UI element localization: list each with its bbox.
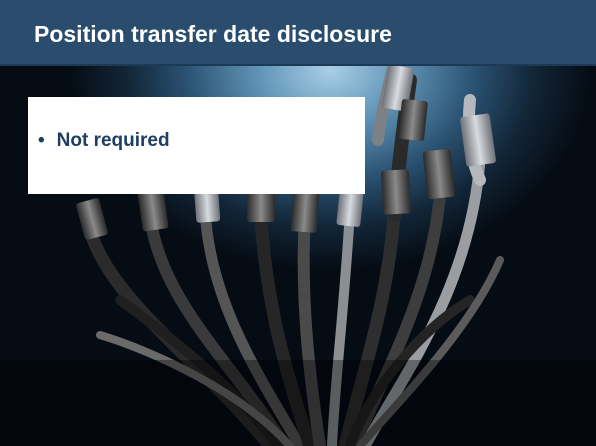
content-box: • Not required: [28, 97, 365, 194]
bullet-text: Not required: [56, 130, 170, 151]
bullet-item: • Not required: [38, 130, 170, 152]
slide: Position transfer date disclosure • Not r…: [0, 0, 596, 446]
network-cables-image: [0, 54, 596, 446]
title-bar: Position transfer date disclosure: [0, 0, 596, 66]
bullet-marker: •: [38, 130, 45, 151]
slide-title: Position transfer date disclosure: [34, 21, 392, 47]
